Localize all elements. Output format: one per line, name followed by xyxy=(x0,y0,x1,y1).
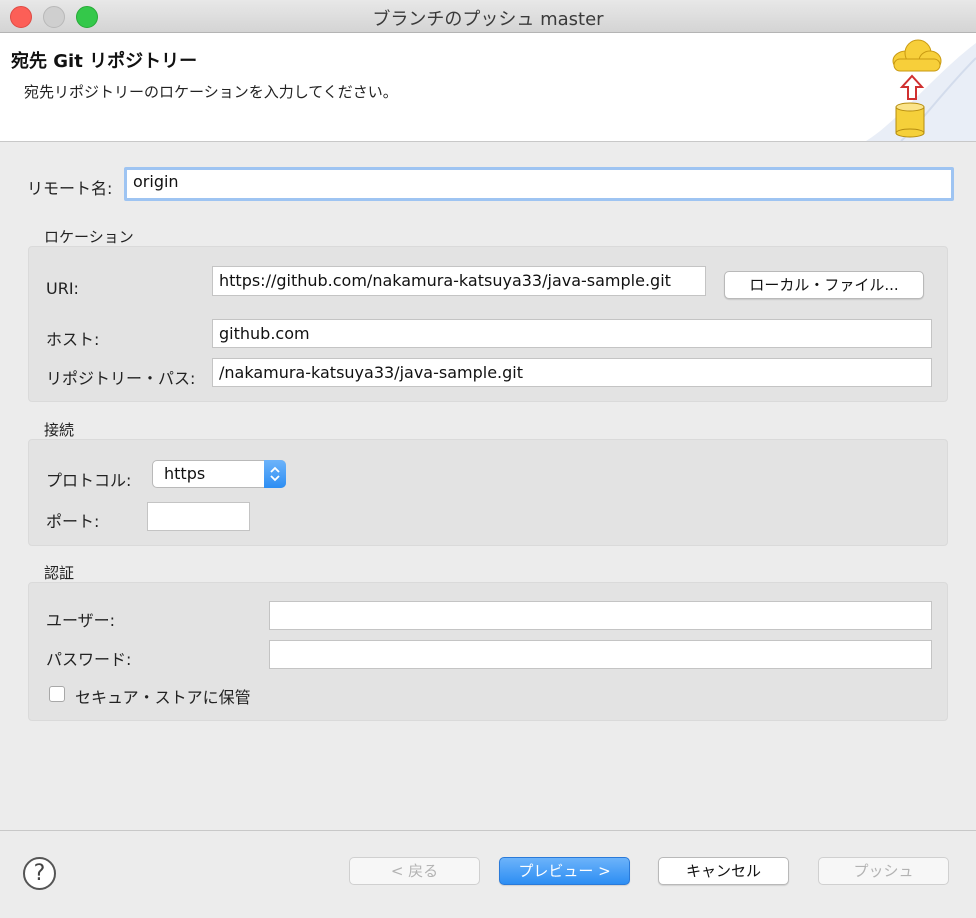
host-input[interactable]: github.com xyxy=(212,319,932,348)
uri-label: URI: xyxy=(46,279,79,298)
wizard-banner: 宛先 Git リポジトリー 宛先リポジトリーのロケーションを入力してください。 xyxy=(0,33,976,142)
location-group-title: ロケーション xyxy=(44,228,134,246)
port-label: ポート: xyxy=(46,512,100,531)
page-title: 宛先 Git リポジトリー xyxy=(11,51,198,72)
protocol-select[interactable]: https xyxy=(152,460,286,488)
secure-store-checkbox[interactable] xyxy=(49,686,65,702)
location-group: URI: https://github.com/nakamura-katsuya… xyxy=(28,246,948,402)
preview-button[interactable]: プレビュー > xyxy=(499,857,630,885)
help-icon[interactable]: ? xyxy=(23,857,56,890)
protocol-label: プロトコル: xyxy=(46,471,132,490)
user-label: ユーザー: xyxy=(46,611,116,630)
remote-name-label: リモート名: xyxy=(27,179,113,198)
repository-path-label: リポジトリー・パス: xyxy=(46,369,196,388)
push-button[interactable]: プッシュ xyxy=(818,857,949,885)
remote-name-input[interactable]: origin xyxy=(124,167,954,201)
window-title: ブランチのプッシュ master xyxy=(372,9,604,30)
wizard-footer: ? < 戻る プレビュー > キャンセル プッシュ xyxy=(0,831,976,918)
auth-group-title: 認証 xyxy=(44,564,75,582)
protocol-value: https xyxy=(164,464,206,483)
port-input[interactable] xyxy=(147,502,250,531)
uri-input[interactable]: https://github.com/nakamura-katsuya33/ja… xyxy=(212,266,706,296)
repository-path-input[interactable]: /nakamura-katsuya33/java-sample.git xyxy=(212,358,932,387)
connection-group-title: 接続 xyxy=(44,421,75,439)
cloud-upload-database-icon xyxy=(866,39,976,141)
cancel-button[interactable]: キャンセル xyxy=(658,857,789,885)
password-label: パスワード: xyxy=(46,650,132,669)
local-file-button[interactable]: ローカル・ファイル... xyxy=(724,271,924,299)
password-input[interactable] xyxy=(269,640,932,669)
wizard-content: リモート名: origin ロケーション URI: https://github… xyxy=(0,142,976,830)
user-input[interactable] xyxy=(269,601,932,630)
auth-group: ユーザー: パスワード: セキュア・ストアに保管 xyxy=(28,582,948,721)
chevron-up-down-icon xyxy=(264,460,286,488)
title-bar: ブランチのプッシュ master xyxy=(0,0,976,33)
connection-group: プロトコル: https ポート: xyxy=(28,439,948,546)
back-button[interactable]: < 戻る xyxy=(349,857,480,885)
host-label: ホスト: xyxy=(46,330,100,349)
page-description: 宛先リポジトリーのロケーションを入力してください。 xyxy=(24,83,398,101)
secure-store-label: セキュア・ストアに保管 xyxy=(75,688,251,707)
